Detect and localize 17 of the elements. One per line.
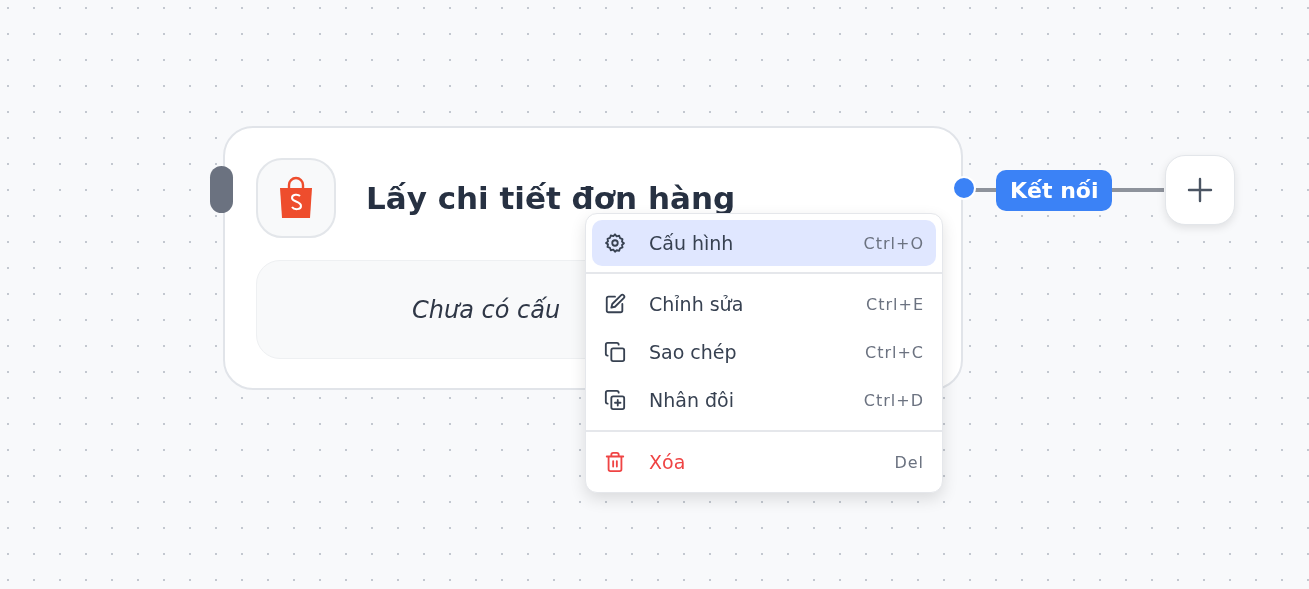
plus-icon (1187, 177, 1213, 203)
connect-label[interactable]: Kết nối (996, 170, 1113, 211)
output-handle[interactable] (952, 176, 976, 200)
menu-item[interactable]: Xóa Del (592, 438, 936, 486)
input-handle[interactable] (210, 166, 233, 213)
shopping-bag-icon (256, 158, 336, 238)
placeholder-text: Chưa có cấu (412, 295, 561, 324)
duplicate-icon (604, 389, 626, 411)
copy-icon (604, 341, 626, 363)
menu-item[interactable]: Chỉnh sửa Ctrl+E (592, 280, 936, 328)
menu-item[interactable]: Cấu hình Ctrl+O (592, 220, 936, 266)
add-node-button[interactable] (1165, 155, 1235, 225)
trash-icon (604, 451, 626, 473)
menu-item[interactable]: Sao chép Ctrl+C (592, 328, 936, 376)
node-title: Lấy chi tiết đơn hàng (366, 180, 736, 216)
settings-icon (604, 232, 626, 254)
pencil-icon (604, 293, 626, 315)
